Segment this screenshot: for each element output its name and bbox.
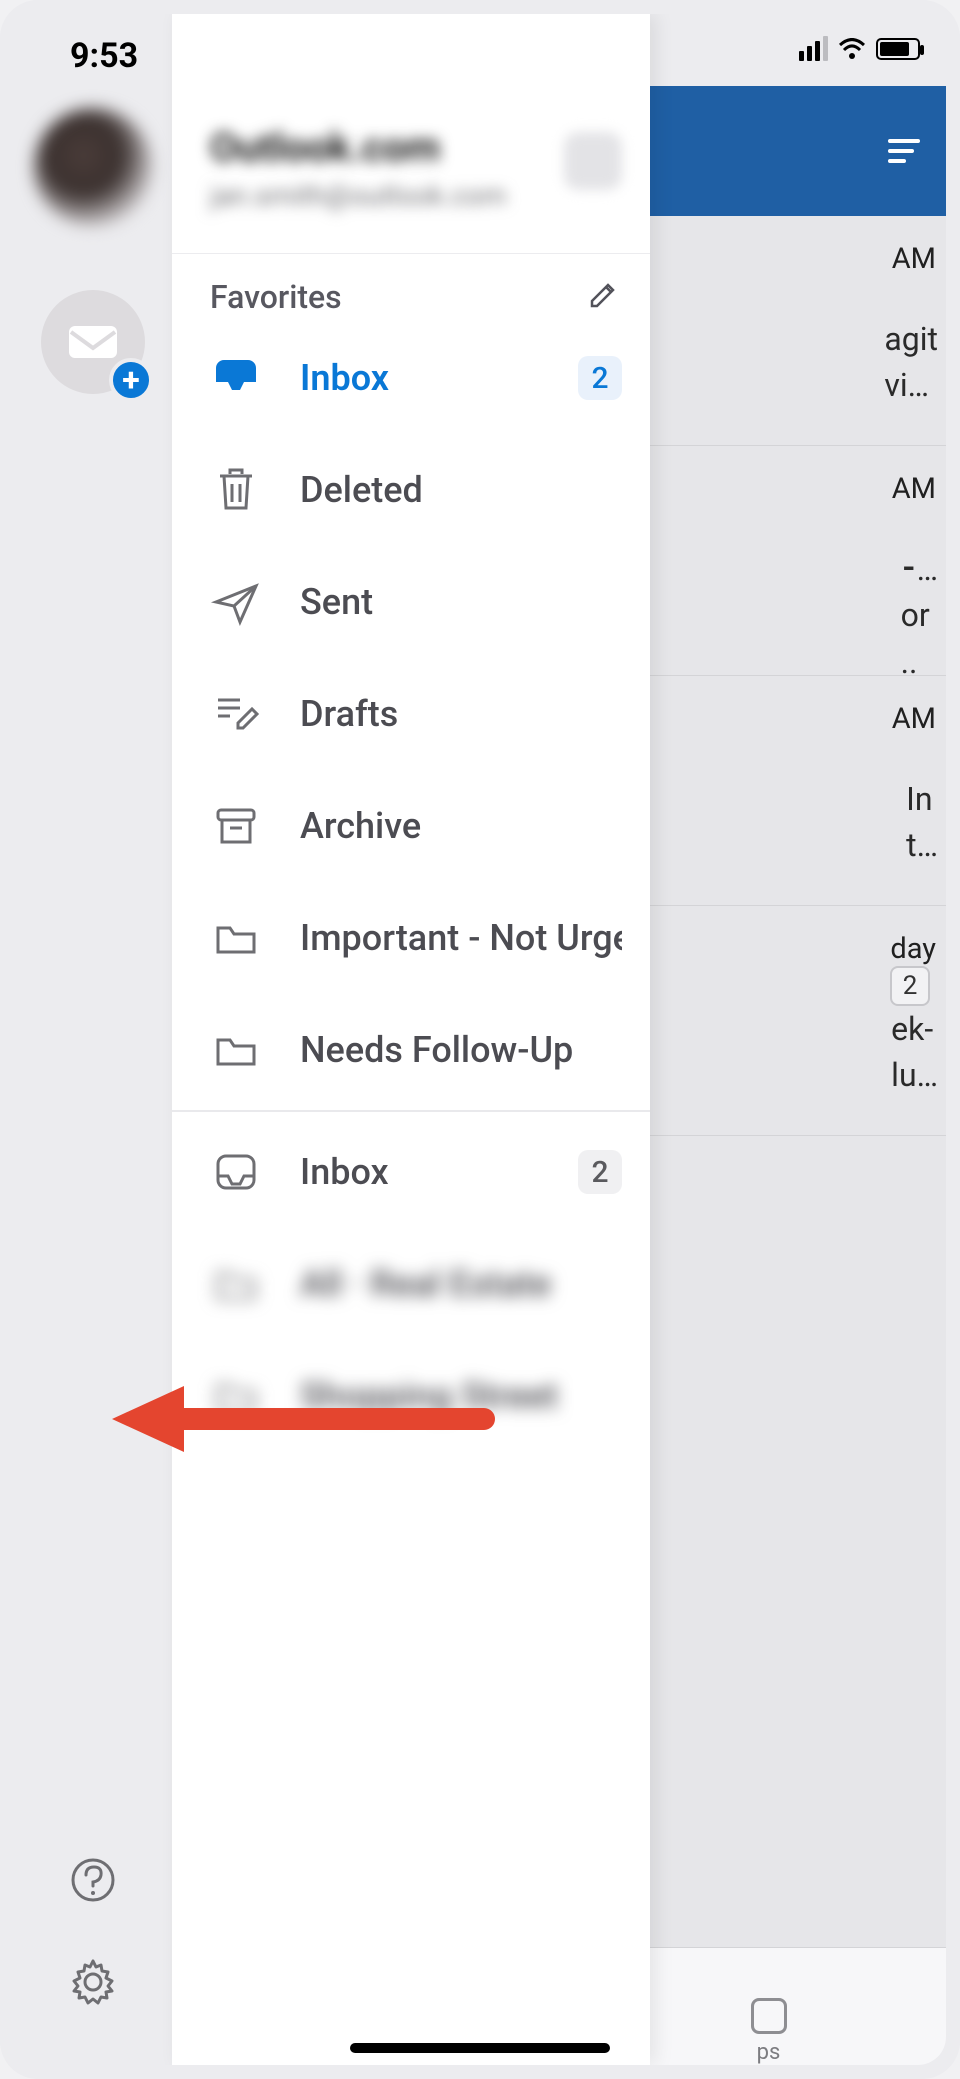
account-header[interactable]: Outlook.com jan.smith@outlook.com: [172, 14, 650, 254]
add-account-button[interactable]: +: [41, 290, 145, 394]
cellular-icon: [799, 36, 828, 61]
edit-favorites-button[interactable]: [586, 278, 620, 316]
folder-deleted[interactable]: Deleted: [172, 434, 650, 546]
apps-tab-icon[interactable]: [751, 1998, 787, 2034]
tab-label: ps: [757, 2040, 781, 2065]
inbox-list[interactable]: AM agit vi… AM ⁃… or .. AM In t… day 2 e…: [617, 216, 946, 2065]
wifi-icon: [838, 38, 866, 60]
folder-sent[interactable]: Sent: [172, 546, 650, 658]
inbox-outline-icon: [210, 1146, 262, 1198]
folder-label: Needs Follow-Up: [300, 1029, 622, 1071]
folder-label: All · Real Estate: [300, 1263, 622, 1305]
folder-count: 2: [578, 356, 622, 400]
send-icon: [210, 576, 262, 628]
plus-icon: +: [109, 358, 153, 402]
folder-needs-follow-up[interactable]: Needs Follow-Up: [172, 994, 650, 1106]
folder-label: Sent: [300, 581, 622, 623]
message-time: day: [890, 932, 936, 966]
folder-drafts[interactable]: Drafts: [172, 658, 650, 770]
folder-icon: [210, 1258, 262, 1310]
message-count-badge: 2: [890, 966, 930, 1006]
folder-label: Archive: [300, 805, 622, 847]
folder-icon: [210, 1024, 262, 1076]
archive-icon: [210, 800, 262, 852]
account-avatar[interactable]: [34, 108, 152, 226]
folder-row-blurred[interactable]: All · Real Estate: [172, 1228, 650, 1340]
inbox-header: [617, 86, 946, 216]
account-email: jan.smith@outlook.com: [210, 179, 624, 212]
folder-important-not-urgent[interactable]: Important - Not Urge: [172, 882, 650, 994]
help-button[interactable]: [68, 1855, 118, 1905]
message-snippet: In t…: [906, 776, 938, 869]
message-snippet: agit vi…: [884, 316, 938, 409]
folder-archive[interactable]: Archive: [172, 770, 650, 882]
folder-label: Drafts: [300, 693, 622, 735]
message-time: AM: [892, 472, 936, 506]
filter-icon[interactable]: [888, 139, 920, 163]
folder-label: Inbox: [300, 1151, 578, 1193]
account-service-icon: [564, 132, 622, 190]
inbox-icon: [210, 352, 262, 404]
folder-row-blurred[interactable]: Shopping Street: [172, 1340, 650, 1452]
folder-icon: [210, 1370, 262, 1422]
account-name: Outlook.com: [210, 124, 624, 171]
folder-inbox-account[interactable]: Inbox 2: [172, 1116, 650, 1228]
message-row[interactable]: day 2 ek- lu…: [617, 906, 946, 1136]
folder-count: 2: [578, 1150, 622, 1194]
message-row[interactable]: AM ⁃… or ..: [617, 446, 946, 676]
message-snippet: ek- lu…: [891, 1006, 938, 1099]
drafts-icon: [210, 688, 262, 740]
folder-label: Inbox: [300, 357, 578, 399]
folder-label: Deleted: [300, 469, 622, 511]
tab-bar[interactable]: ps: [617, 1947, 946, 2065]
message-row[interactable]: AM agit vi…: [617, 216, 946, 446]
favorites-label: Favorites: [210, 278, 342, 316]
nav-drawer: Outlook.com jan.smith@outlook.com Favori…: [172, 14, 650, 2065]
folder-label: Shopping Street: [300, 1375, 622, 1417]
trash-icon: [210, 464, 262, 516]
home-indicator[interactable]: [350, 2043, 610, 2053]
favorites-header: Favorites: [172, 254, 650, 322]
folder-inbox[interactable]: Inbox 2: [172, 322, 650, 434]
battery-icon: [876, 38, 920, 60]
folder-icon: [210, 912, 262, 964]
settings-button[interactable]: [68, 1957, 118, 2007]
message-snippet: ⁃… or ..: [901, 546, 938, 676]
account-rail: +: [14, 14, 172, 2065]
folder-label: Important - Not Urge: [300, 917, 622, 959]
message-row[interactable]: AM In t…: [617, 676, 946, 906]
message-time: AM: [892, 702, 936, 736]
section-divider: [172, 1110, 650, 1112]
message-time: AM: [892, 242, 936, 276]
